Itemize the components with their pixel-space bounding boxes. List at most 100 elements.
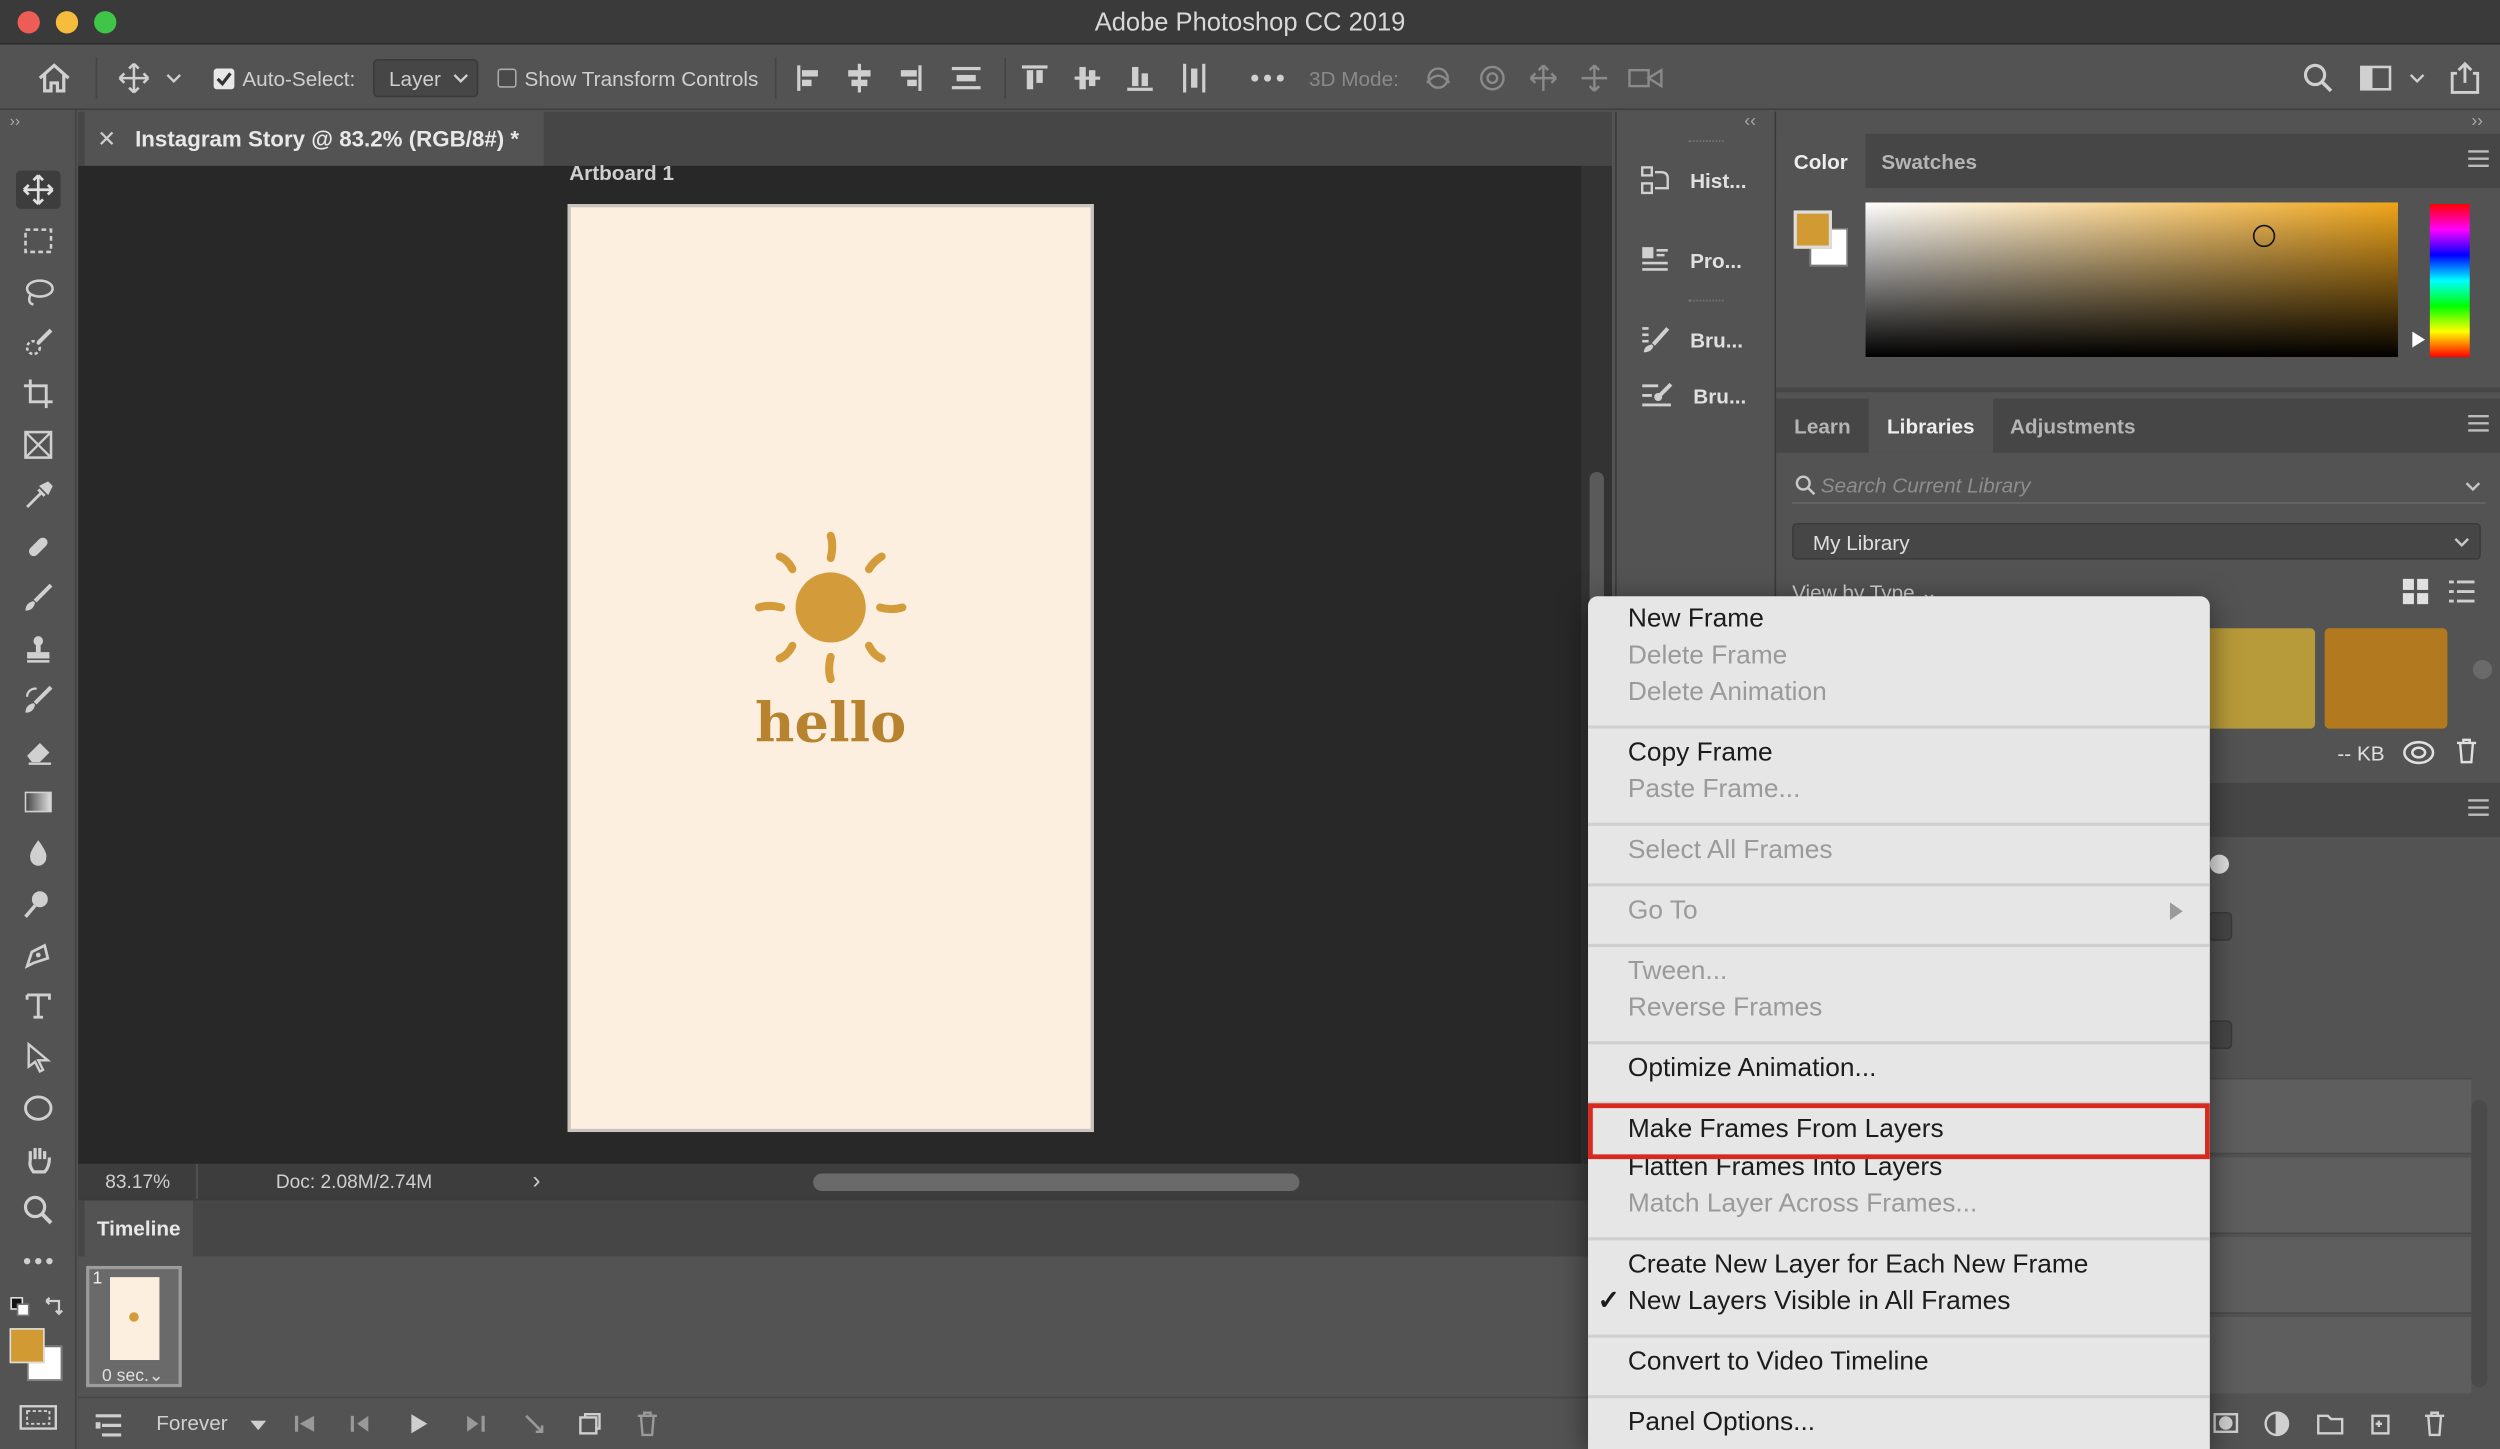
opacity-slider-handle[interactable] [2209, 854, 2229, 874]
collapse-dock-icon[interactable]: ‹‹ [1744, 112, 1756, 131]
pen-tool-icon[interactable] [16, 936, 61, 974]
loop-dropdown-arrow-icon[interactable] [250, 1420, 267, 1431]
workspace-icon[interactable] [2360, 61, 2430, 96]
swap-colors-icon[interactable] [43, 1295, 65, 1317]
home-icon[interactable] [35, 61, 73, 96]
auto-select-checkbox[interactable]: Auto-Select: [213, 61, 355, 96]
type-tool-icon[interactable] [16, 987, 61, 1025]
menu-item-new-layers-visible[interactable]: ✓ New Layers Visible in All Frames [1588, 1283, 2210, 1320]
close-tab-icon[interactable]: ✕ [97, 125, 116, 152]
first-frame-icon[interactable] [293, 1414, 315, 1433]
collapse-tools-icon[interactable]: ›› [10, 113, 21, 131]
library-color-swatch[interactable] [2324, 628, 2448, 729]
tween-icon[interactable] [523, 1413, 549, 1435]
marquee-tool-icon[interactable] [16, 222, 61, 260]
move-tool-icon[interactable] [118, 61, 182, 96]
panel-menu-icon[interactable] [2468, 150, 2489, 168]
quick-selection-tool-icon[interactable] [16, 324, 61, 362]
menu-item-create-new-layer-each-frame[interactable]: Create New Layer for Each New Frame [1588, 1247, 2210, 1284]
grid-view-icon[interactable] [2402, 578, 2429, 605]
share-icon[interactable] [2449, 61, 2481, 96]
default-colors-icon[interactable] [10, 1296, 32, 1318]
delete-frame-icon[interactable] [636, 1411, 658, 1437]
zoom-level[interactable]: 83.17% [105, 1170, 170, 1192]
zoom-tool-icon[interactable] [16, 1191, 61, 1229]
layer-row[interactable] [2208, 1077, 2472, 1155]
frame-tool-icon[interactable] [16, 426, 61, 464]
artboard-label[interactable]: Artboard 1 [569, 161, 674, 185]
tab-adjustments[interactable]: Adjustments [1993, 399, 2152, 453]
library-search-placeholder: Search Current Library [1820, 473, 2031, 498]
hue-slider-handle-icon[interactable] [2411, 331, 2427, 348]
more-options-icon[interactable] [1250, 61, 1285, 96]
menu-item-new-frame[interactable]: New Frame [1588, 601, 2210, 638]
search-icon[interactable] [2302, 61, 2334, 96]
layer-row[interactable] [2208, 1316, 2472, 1394]
auto-select-target-dropdown[interactable]: Layer [373, 58, 479, 98]
horizontal-scroll-thumb[interactable] [813, 1173, 1300, 1192]
timeline-frame[interactable]: 1 0 sec.⌄ [86, 1265, 182, 1388]
frame-delay[interactable]: 0 sec.⌄ [102, 1365, 164, 1385]
artboard[interactable]: hello [567, 204, 1094, 1133]
healing-brush-tool-icon[interactable] [16, 528, 61, 566]
dodge-tool-icon[interactable] [16, 885, 61, 923]
crop-tool-icon[interactable] [16, 375, 61, 413]
tab-color[interactable]: Color [1776, 133, 1866, 189]
document-size[interactable]: Doc: 2.08M/2.74M [276, 1170, 432, 1192]
previous-frame-icon[interactable] [349, 1414, 371, 1433]
tab-libraries[interactable]: Libraries [1868, 398, 1993, 453]
quick-mask-icon[interactable] [19, 1405, 57, 1431]
library-select[interactable]: My Library [1792, 522, 2481, 560]
menu-item-convert-to-video-timeline[interactable]: Convert to Video Timeline [1588, 1344, 2210, 1381]
panel-menu-icon[interactable] [2468, 414, 2489, 433]
document-tab[interactable]: ✕ Instagram Story @ 83.2% (RGB/8#) * [84, 111, 544, 166]
gradient-tool-icon[interactable] [16, 783, 61, 821]
hue-slider[interactable] [2429, 204, 2470, 358]
trash-icon[interactable] [2455, 738, 2477, 764]
next-frame-icon[interactable] [464, 1414, 486, 1433]
color-spectrum-field[interactable] [1865, 202, 2398, 358]
history-brush-tool-icon[interactable] [16, 681, 61, 719]
menu-item-panel-options[interactable]: Panel Options... [1588, 1405, 2210, 1442]
library-scroll-icon[interactable] [2472, 660, 2493, 680]
eraser-tool-icon[interactable] [16, 732, 61, 770]
move-tool-icon[interactable] [15, 170, 61, 209]
canvas-area[interactable]: Artboard 1 hello [78, 161, 1582, 1164]
properties-panel-button[interactable]: Pro... [1617, 225, 1773, 295]
hand-tool-icon[interactable] [16, 1140, 61, 1178]
menu-item-copy-frame[interactable]: Copy Frame [1588, 735, 2210, 772]
library-search-field[interactable]: Search Current Library [1792, 469, 2486, 504]
duplicate-frame-icon[interactable] [577, 1411, 603, 1437]
lasso-tool-icon[interactable] [16, 273, 61, 311]
path-selection-tool-icon[interactable] [16, 1038, 61, 1076]
color-picker-cursor[interactable] [2252, 224, 2276, 248]
clone-stamp-tool-icon[interactable] [16, 630, 61, 668]
layer-row[interactable] [2208, 1157, 2472, 1235]
status-menu-arrow-icon[interactable]: › [533, 1167, 541, 1194]
list-view-icon[interactable] [2448, 579, 2475, 605]
tab-swatches[interactable]: Swatches [1865, 134, 1993, 188]
menu-item-optimize-animation[interactable]: Optimize Animation... [1588, 1051, 2210, 1088]
play-icon[interactable] [408, 1413, 430, 1435]
history-panel-button[interactable]: Hist... [1617, 145, 1773, 215]
convert-timeline-icon[interactable] [94, 1413, 123, 1439]
eyedropper-tool-icon[interactable] [16, 477, 61, 515]
timeline-tab[interactable]: Timeline [84, 1200, 193, 1257]
ellipse-tool-icon[interactable] [16, 1089, 61, 1127]
edit-toolbar-icon[interactable] [16, 1242, 61, 1280]
color-panel-foreground-swatch[interactable] [1793, 210, 1832, 249]
collapse-panels-icon[interactable]: ›› [2471, 112, 2483, 131]
panel-menu-icon[interactable] [2468, 799, 2489, 817]
brush-tool-icon[interactable] [16, 579, 61, 617]
layers-dropdown[interactable] [2208, 1020, 2233, 1050]
show-transform-controls-checkbox[interactable]: Show Transform Controls [497, 61, 758, 96]
tab-learn[interactable]: Learn [1776, 399, 1868, 453]
layer-row[interactable] [2208, 1237, 2472, 1314]
loop-options-select[interactable]: Forever [156, 1411, 227, 1435]
layers-dropdown[interactable] [2208, 911, 2233, 941]
brushes-panel-button[interactable]: Bru... [1617, 360, 1773, 430]
layers-scrollbar[interactable] [2471, 1100, 2488, 1388]
creative-cloud-icon[interactable] [2403, 740, 2435, 766]
foreground-color-swatch[interactable] [9, 1328, 45, 1364]
blur-tool-icon[interactable] [16, 834, 61, 872]
